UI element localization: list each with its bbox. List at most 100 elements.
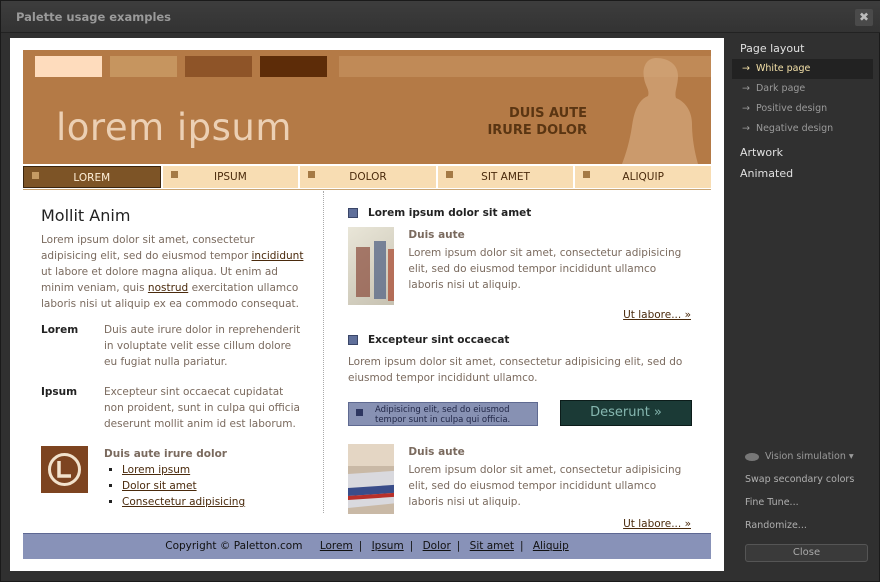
section-heading-text: Excepteur sint occaecat [368,334,510,346]
link-dolor-sit-amet[interactable]: Dolor sit amet [122,480,197,492]
definition-desc: Excepteur sint occaecat cupidatat non pr… [104,386,300,430]
vision-simulation-toggle[interactable]: Vision simulation ▾ [732,445,873,468]
read-more-link-2[interactable]: Ut labore... » [623,518,691,530]
column-separator [323,191,324,513]
media-text: Duis aute Lorem ipsum dolor sit amet, co… [408,227,691,305]
close-icon[interactable]: ✖ [855,9,873,26]
tagline-line-2: IRURE DOLOR [487,123,587,138]
media-block-2: Duis aute Lorem ipsum dolor sit amet, co… [348,444,691,514]
read-more: Ut labore... » [348,307,691,323]
swatch-4 [260,56,327,77]
media-subheading: Duis aute [408,229,465,241]
definition-row: Ipsum Excepteur sint occaecat cupidatat … [41,384,306,432]
page-layout-heading: Page layout [740,42,805,55]
nav-divider [23,189,711,190]
list-item: Dolor sit amet [122,478,245,494]
layout-negative-design[interactable]: → Negative design [732,119,873,139]
train-photo [348,444,395,514]
right-column: Lorem ipsum dolor sit amet Duis aute Lor… [348,205,692,532]
eye-icon [745,452,759,461]
nav-label: IPSUM [213,171,247,183]
tagline-line-1: DUIS AUTE [508,106,587,121]
nav-label: LOREM [73,172,111,184]
site-nav: LOREM IPSUM DOLOR SIT AMET ALIQUIP [23,166,711,188]
media-subheading: Duis aute [408,446,465,458]
square-bullet-icon [348,208,358,218]
media-text: Duis aute Lorem ipsum dolor sit amet, co… [408,444,691,514]
definition-term: Lorem [41,324,79,336]
palette-dialog: Palette usage examples ✖ lorem ipsum DUI… [0,0,880,582]
nav-bullet-icon [583,171,591,178]
swap-secondary-colors[interactable]: Swap secondary colors [732,468,873,491]
clock-icon [41,446,88,493]
square-bullet-icon [356,409,363,416]
arrow-right-icon: → [742,83,750,94]
link-incididunt[interactable]: incididunt [252,250,304,262]
left-column: Mollit Anim Lorem ipsum dolor sit amet, … [41,208,306,510]
section-heading-text: Lorem ipsum dolor sit amet [368,207,532,219]
section-body: Lorem ipsum dolor sit amet, consectetur … [348,356,683,384]
definition-desc: Duis aute irure dolor in reprehenderit i… [104,324,301,368]
layout-label: Positive design [755,103,828,114]
layout-label: White page [755,63,811,74]
nav-label: DOLOR [349,171,387,183]
swatch-3 [185,56,252,77]
footer-link-ipsum[interactable]: Ipsum [372,540,404,552]
site-footer: Copyright © Paletton.com Lorem | Ipsum | D… [23,533,711,559]
link-lorem-ipsum[interactable]: Lorem ipsum [122,464,190,476]
section-heading: Lorem ipsum dolor sit amet [348,205,691,221]
arrow-right-icon: → [742,103,750,114]
tools-panel: Vision simulation ▾ Swap secondary color… [732,445,873,537]
nav-bullet-icon [308,171,316,178]
nav-bullet-icon [170,171,178,178]
media-body: Lorem ipsum dolor sit amet, consectetur … [408,464,682,508]
nav-item-lorem[interactable]: LOREM [23,166,161,188]
layout-label: Negative design [755,123,834,134]
link-consectetur[interactable]: Consectetur adipisicing [122,496,245,508]
link-nostrud[interactable]: nostrud [148,282,188,294]
layout-dark-page[interactable]: → Dark page [732,79,873,99]
list-item: Consectetur adipisicing [122,494,245,510]
definition-term: Ipsum [41,386,78,398]
icon-list-heading: Duis aute irure dolor [104,448,227,460]
nav-item-dolor[interactable]: DOLOR [300,166,436,188]
read-more: Ut labore... » [348,516,691,532]
close-button[interactable]: Close [745,544,868,562]
arrow-right-icon: → [742,123,750,134]
layout-positive-design[interactable]: → Positive design [732,99,873,119]
site-header: lorem ipsum DUIS AUTE IRURE DOLOR [23,50,711,164]
footer-link-lorem[interactable]: Lorem [320,540,353,552]
section-heading: Excepteur sint occaecat [348,332,691,348]
animated-item[interactable]: Animated [732,164,873,184]
layout-white-page[interactable]: → White page [732,59,873,79]
vision-label: Vision simulation [765,451,846,462]
title-bar: Palette usage examples ✖ [1,1,880,33]
randomize-item[interactable]: Randomize... [732,514,873,537]
sidebar: Page layout → White page → Dark page → Posi… [732,38,873,578]
nav-bullet-icon [445,171,453,178]
nav-item-ipsum[interactable]: IPSUM [162,166,299,188]
cta-row: Adipisicing elit, sed do eiusmod tempor … [348,400,692,426]
read-more-link-1[interactable]: Ut labore... » [623,309,691,321]
swatch-1 [35,56,102,77]
arrow-right-icon: → [742,63,750,74]
info-box-text: Adipisicing elit, sed do eiusmod tempor … [375,405,511,425]
site-tagline: DUIS AUTE IRURE DOLOR [423,105,587,139]
woman-silhouette-icon [622,58,698,164]
dialog-title: Palette usage examples [16,10,172,24]
left-paragraph: Lorem ipsum dolor sit amet, consectetur … [41,232,306,312]
fine-tune-item[interactable]: Fine Tune... [732,491,873,514]
layout-label: Dark page [755,83,806,94]
artwork-item[interactable]: Artwork [732,143,873,163]
para-text: Lorem ipsum dolor sit amet, consectetur … [41,234,255,262]
nav-label: SIT AMET [481,171,530,183]
page-preview: lorem ipsum DUIS AUTE IRURE DOLOR LOREM … [10,38,724,571]
nav-item-sit-amet[interactable]: SIT AMET [437,166,574,188]
nav-bullet-icon [32,172,39,179]
site-logo: lorem ipsum [56,106,292,149]
nav-item-aliquip[interactable]: ALIQUIP [575,166,711,188]
footer-link-sit-amet[interactable]: Sit amet [470,540,514,552]
deserunt-button[interactable]: Deserunt » [560,400,692,426]
footer-link-aliquip[interactable]: Aliquip [533,540,569,552]
footer-link-dolor[interactable]: Dolor [423,540,451,552]
